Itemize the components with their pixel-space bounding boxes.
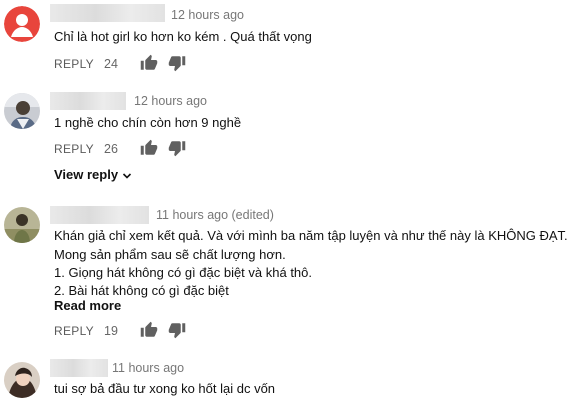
reply-button[interactable]: REPLY bbox=[54, 142, 94, 156]
comment-text-line: tui sợ bả đầu tư xong ko hốt lại dc vốn bbox=[54, 381, 276, 396]
like-count: 19 bbox=[104, 324, 118, 338]
avatar[interactable] bbox=[4, 93, 40, 129]
redacted-username bbox=[50, 206, 149, 224]
comment-timestamp: 11 hours ago bbox=[112, 361, 185, 375]
avatar[interactable] bbox=[4, 362, 40, 398]
thumbs-up-icon[interactable] bbox=[140, 139, 158, 157]
comment-text-line: 1. Giọng hát không có gì đặc biệt và khá… bbox=[54, 265, 313, 280]
thumbs-up-icon[interactable] bbox=[140, 321, 158, 339]
view-reply-toggle[interactable]: View reply bbox=[54, 167, 132, 182]
reply-button[interactable]: REPLY bbox=[54, 324, 94, 338]
comment-timestamp: 12 hours ago bbox=[134, 94, 207, 108]
comment-timestamp: 12 hours ago bbox=[171, 8, 244, 22]
avatar[interactable] bbox=[4, 6, 40, 42]
redacted-username bbox=[50, 4, 165, 22]
thumbs-up-icon[interactable] bbox=[140, 54, 158, 72]
comment-text-line: Khán giả chỉ xem kết quả. Và với mình ba… bbox=[54, 228, 568, 243]
avatar[interactable] bbox=[4, 207, 40, 243]
comment-timestamp: 11 hours ago (edited) bbox=[156, 208, 274, 222]
comment-text-line: 1 nghề cho chín còn hơn 9 nghề bbox=[54, 115, 242, 130]
thumbs-down-icon[interactable] bbox=[168, 139, 186, 157]
comment-text-line: Chỉ là hot girl ko hơn ko kém . Quá thất… bbox=[54, 29, 312, 44]
like-count: 24 bbox=[104, 57, 118, 71]
read-more-link[interactable]: Read more bbox=[54, 298, 121, 313]
view-reply-label: View reply bbox=[54, 167, 119, 182]
thumbs-down-icon[interactable] bbox=[168, 321, 186, 339]
redacted-username bbox=[50, 359, 108, 377]
like-count: 26 bbox=[104, 142, 118, 156]
chevron-down-icon bbox=[122, 171, 132, 181]
redacted-username bbox=[50, 92, 126, 110]
comment-text-line: Mong sản phẩm sau sẽ chất lượng hơn. bbox=[54, 247, 286, 262]
thumbs-down-icon[interactable] bbox=[168, 54, 186, 72]
reply-button[interactable]: REPLY bbox=[54, 57, 94, 71]
